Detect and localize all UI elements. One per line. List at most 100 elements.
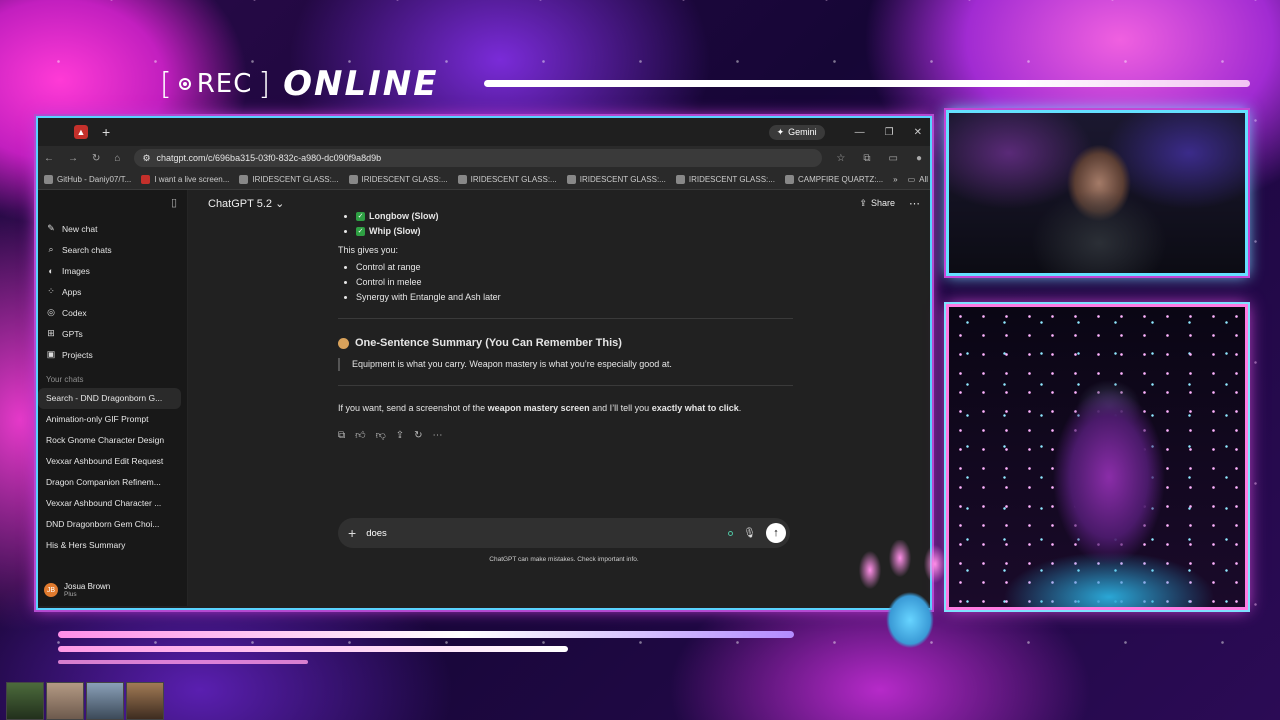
bookmark-item[interactable]: IRIDESCENT GLASS:... [457,175,557,184]
chat-item[interactable]: DND Dragonborn Gem Choi... [38,514,187,535]
back-icon[interactable]: ← [44,153,54,164]
disclaimer-text: ChatGPT can make mistakes. Check importa… [489,556,639,563]
assistant-message: ✓Longbow (Slow) ✓Whip (Slow) This gives … [338,211,793,443]
user-plan: Plus [64,591,77,598]
chat-item[interactable]: Vexxar Ashbound Edit Request [38,451,187,472]
sidebar-item-apps[interactable]: ⁘ Apps [38,281,187,302]
user-info: Josua Brown Plus [64,582,110,598]
send-button[interactable]: ↑ [766,523,786,543]
user-name: Josua Brown [64,582,111,591]
thumbs-up-icon[interactable]: 👍︎ [355,428,365,443]
folder-icon: ▭ [907,175,916,184]
window-controls: — ❐ ✕ [839,127,930,138]
cast-icon[interactable]: ▭ [889,153,898,164]
bookmark-item[interactable]: IRIDESCENT GLASS:... [239,175,339,184]
brain-icon [338,337,349,349]
forward-icon[interactable]: → [68,153,78,164]
chevron-down-icon: ⌄ [275,197,285,210]
share-button[interactable]: ⇪ Share [859,198,895,209]
all-bookmarks[interactable]: ▭All Bookmarks [908,175,930,184]
share-icon[interactable]: ⇪ [396,428,404,443]
viewer-thumbnails [6,682,164,720]
sidebar-item-gpts[interactable]: ⊞ GPTs [38,323,187,344]
folder-icon: ▣ [46,349,56,359]
rec-label: REC [196,69,253,99]
minimize-icon[interactable]: — [855,127,865,138]
address-row: ← → ↻ ⌂ ⚙ chatgpt.com/c/696ba315-03f0-83… [38,146,930,170]
bookmarks-overflow-icon[interactable]: » [893,175,897,184]
chat-item[interactable]: Vexxar Ashbound Character ... [38,493,187,514]
rec-indicator: [ REC ] ONLINE [160,64,438,104]
github-icon [44,175,53,184]
more-icon[interactable]: ⋯ [433,428,443,443]
gemini-button[interactable]: ✦ Gemini [768,124,825,140]
bookmark-item[interactable]: IRIDESCENT GLASS:... [348,175,448,184]
user-profile[interactable]: JB Josua Brown Plus [44,582,110,598]
sidebar-item-codex[interactable]: ◎ Codex [38,302,187,323]
check-icon: ✓ [356,211,365,221]
voice-status-icon [728,530,734,536]
more-options-icon[interactable]: ⋯ [909,197,920,210]
decor-bar-top [484,80,1250,87]
sidebar-item-new-chat[interactable]: ✎ New chat [38,218,187,239]
bookmark-item[interactable]: IRIDESCENT GLASS:... [675,175,775,184]
image-icon: ◐ [48,265,54,276]
close-icon[interactable]: ✕ [914,127,922,138]
page-icon [348,175,358,184]
reload-icon[interactable]: ↻ [92,153,100,164]
bookmark-item[interactable]: I want a live screen... [141,175,229,184]
paw-decoration [840,540,980,660]
chat-item[interactable]: His & Hers Summary [38,535,187,556]
summary-heading: One-Sentence Summary (You Can Remember T… [338,335,793,352]
sidebar-item-search-chats[interactable]: ⌕ Search chats [38,239,187,260]
sidebar-item-projects[interactable]: ▣ Projects [38,344,187,365]
bookmark-item[interactable]: IRIDESCENT GLASS:... [566,175,666,184]
gives-you-text: This gives you: [338,245,399,255]
home-icon[interactable]: ⌂ [114,153,120,164]
copy-icon[interactable]: ⧉ [338,428,345,443]
chat-item[interactable]: Search - DND Dragonborn G... [38,388,181,409]
decor-bar-bottom [58,631,794,638]
summary-quote: Equipment is what you carry. Weapon mast… [338,357,793,371]
chat-main: ChatGPT 5.2 ⌄ ⇪Share ⋯ ✓Longbow (Slow) ✓… [188,190,930,606]
maximize-icon[interactable]: ❐ [885,127,894,138]
extensions-icon[interactable]: ⧉ [863,153,870,164]
sidebar-item-images[interactable]: ◐ Images [38,260,187,281]
tab-strip: ▲ + ✦ Gemini — ❐ ✕ [38,118,930,146]
edit-icon: ✎ [47,223,55,233]
new-tab-icon[interactable]: + [102,124,110,140]
browser-tab[interactable]: ▲ [74,125,88,139]
message-input[interactable] [366,527,719,539]
add-attachment-icon[interactable]: + [348,525,356,541]
rec-label-group: [ REC ] [160,66,272,102]
chat-item[interactable]: Dragon Companion Refinem... [38,472,187,493]
viewer-thumbnail [46,682,84,720]
site-info-icon[interactable]: ⚙ [142,153,150,164]
message-actions: ⧉ 👍︎ 👎︎ ⇪ ↻ ⋯ [338,428,793,443]
sidebar-toggle-icon[interactable]: ▯ [171,196,177,218]
viewer-thumbnail [86,682,124,720]
model-selector[interactable]: ChatGPT 5.2 ⌄ [208,197,284,210]
page-icon [457,175,467,184]
share-icon: ⇪ [859,197,867,208]
profile-icon[interactable]: ● [916,153,922,164]
divider [338,385,793,386]
list-item: ✓Whip (Slow) [356,225,793,239]
address-icons: ☆ ⧉ ▭ ● [836,153,930,164]
youtube-icon [141,175,151,184]
bookmark-item[interactable]: GitHub - Daniy07/T... [44,175,131,184]
regenerate-icon[interactable]: ↻ [414,428,422,443]
chat-item[interactable]: Animation-only GIF Prompt [38,409,187,430]
microphone-icon[interactable]: 🎙︎ [743,528,756,539]
gpts-icon: ⊞ [47,328,55,338]
your-chats-heading: Your chats [46,375,84,384]
record-dot-icon [178,78,191,90]
bookmark-star-icon[interactable]: ☆ [836,153,845,164]
avatar: JB [44,583,58,597]
address-bar[interactable]: ⚙ chatgpt.com/c/696ba315-03f0-832c-a980-… [134,149,823,167]
closing-text: If you want, send a screenshot of the we… [338,403,742,413]
list-item: Synergy with Entangle and Ash later [356,291,793,305]
thumbs-down-icon[interactable]: 👎︎ [376,428,386,443]
bookmark-item[interactable]: CAMPFIRE QUARTZ:... [784,175,883,184]
chat-item[interactable]: Rock Gnome Character Design [38,430,187,451]
